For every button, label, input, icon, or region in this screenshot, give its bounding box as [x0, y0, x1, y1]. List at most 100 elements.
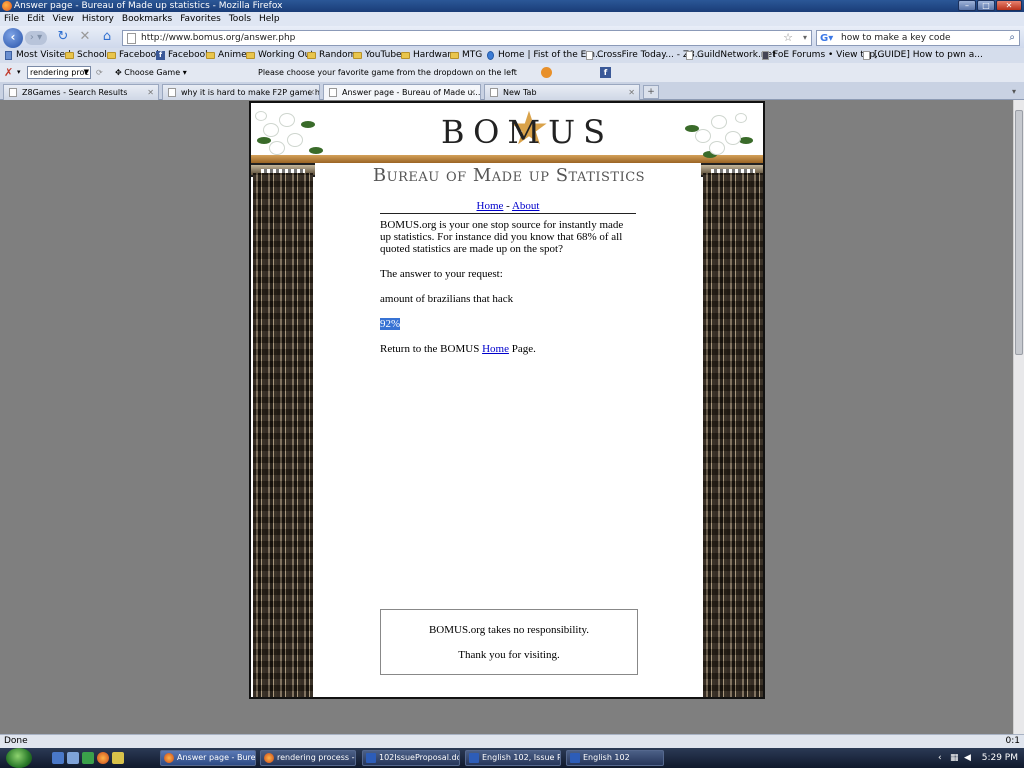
facebook-icon: f [156, 51, 165, 60]
taskbar: Answer page - Bure... rendering process … [0, 748, 1024, 768]
quicklaunch-icon[interactable] [82, 752, 94, 764]
google-icon[interactable]: G▾ [820, 32, 833, 46]
game-icon[interactable] [541, 67, 552, 78]
page-icon [686, 51, 693, 60]
page-icon [9, 88, 17, 97]
search-icon[interactable]: ⌕ [1009, 31, 1015, 45]
home-icon[interactable]: ⌂ [99, 29, 115, 45]
about-link[interactable]: About [512, 200, 540, 212]
volume-icon[interactable]: ◀ [964, 748, 971, 768]
bookmark-working-out[interactable]: Working Out [246, 48, 314, 63]
bookmark-hardware[interactable]: Hardware [401, 48, 456, 63]
flower-decoration-left [253, 107, 331, 163]
window-controls: – □ ✕ [958, 0, 1022, 12]
taskbar-item-issue-proposal[interactable]: 102IssueProposal.do... [362, 750, 460, 766]
url-dropdown-icon[interactable]: ▾ [803, 31, 807, 45]
firefox-quicklaunch-icon[interactable] [97, 752, 109, 764]
status-bar: Done 0:1 [0, 734, 1024, 748]
search-input[interactable]: G▾ how to make a key code ⌕ [816, 30, 1020, 46]
window-title-bar: Answer page - Bureau of Made up statisti… [0, 0, 1024, 12]
tab-f2p[interactable]: why it is hard to make F2P game ha... ✕ [162, 84, 320, 100]
return-text: Return to the BOMUS Home Page. [380, 343, 536, 355]
scrollbar-thumb[interactable] [1015, 110, 1023, 355]
page-icon [586, 51, 593, 60]
show-desktop-icon[interactable] [52, 752, 64, 764]
addon-dropdown-icon[interactable]: ▾ [17, 63, 21, 82]
most-visited-icon [5, 51, 12, 60]
bookmark-facebook[interactable]: f Facebook [156, 48, 210, 63]
close-tab-icon[interactable]: ✕ [308, 85, 315, 100]
firefox-icon [2, 1, 12, 11]
menu-edit[interactable]: Edit [27, 12, 44, 26]
tray-expand-icon[interactable]: ‹ [938, 748, 942, 768]
close-window-button[interactable]: ✕ [996, 0, 1022, 11]
menu-bookmarks[interactable]: Bookmarks [122, 12, 172, 26]
facebook-icon[interactable]: f [600, 67, 611, 78]
taskbar-item-english-102[interactable]: English 102 [566, 750, 664, 766]
taskbar-item-english-102-issue[interactable]: English 102, Issue Pr... [465, 750, 561, 766]
tab-new[interactable]: New Tab ✕ [484, 84, 640, 100]
word-document-icon [469, 753, 479, 763]
bookmark-youtube[interactable]: YouTube [353, 48, 402, 63]
page-icon [329, 88, 337, 97]
menu-history[interactable]: History [82, 12, 114, 26]
bookmark-anime[interactable]: Anime [206, 48, 247, 63]
refresh-icon[interactable]: ⟳ [96, 63, 103, 82]
answer-content: BOMUS.org is your one stop source for in… [380, 219, 630, 368]
bookmark-facebook-folder[interactable]: Facebook [107, 48, 161, 63]
chevron-down-icon: ▼ [83, 68, 89, 76]
taskbar-item-rendering-process[interactable]: rendering process - ... [260, 750, 356, 766]
folder-icon [246, 52, 255, 59]
taskbar-item-answer-page[interactable]: Answer page - Bure... [160, 750, 256, 766]
bookmark-star-icon[interactable]: ☆ [783, 31, 793, 45]
site-navigation: Home - About [380, 200, 636, 214]
bookmark-guide[interactable]: [GUIDE] How to pwn a... [862, 48, 983, 63]
tab-list-dropdown-icon[interactable]: ▾ [1012, 85, 1022, 99]
return-home-link[interactable]: Home [482, 343, 509, 355]
folder-icon [450, 52, 459, 59]
network-icon[interactable]: ▦ [950, 748, 959, 768]
word-document-icon [366, 753, 376, 763]
query-text: amount of brazilians that hack [380, 293, 514, 305]
tab-answer-page[interactable]: Answer page - Bureau of Made u... ✕ [323, 84, 481, 100]
menu-bar: File Edit View History Bookmarks Favorit… [0, 12, 1024, 26]
quicklaunch-icon[interactable] [112, 752, 124, 764]
menu-help[interactable]: Help [259, 12, 280, 26]
bomus-page: ★ BOMUS Bureau of Made up Statistics Hom… [249, 101, 765, 699]
menu-view[interactable]: View [53, 12, 74, 26]
switch-windows-icon[interactable] [67, 752, 79, 764]
url-bar[interactable]: http://www.bomus.org/answer.php ☆ ▾ [122, 30, 812, 46]
stop-icon[interactable]: ✕ [77, 29, 93, 45]
menu-file[interactable]: File [4, 12, 19, 26]
folder-icon [65, 52, 74, 59]
close-tab-icon[interactable]: ✕ [469, 85, 476, 100]
menu-favorites[interactable]: Favorites [180, 12, 221, 26]
vertical-scrollbar[interactable] [1013, 100, 1024, 734]
close-tab-icon[interactable]: ✕ [147, 85, 154, 100]
new-tab-button[interactable]: + [643, 85, 659, 99]
start-button[interactable] [6, 748, 32, 768]
choose-game-button[interactable]: ✥ Choose Game ▾ [115, 63, 187, 82]
bookmark-school[interactable]: School [65, 48, 107, 63]
minimize-button[interactable]: – [958, 0, 976, 11]
addon-logo-icon[interactable]: ✗ [4, 63, 13, 82]
menu-tools[interactable]: Tools [229, 12, 251, 26]
maximize-button[interactable]: □ [977, 0, 995, 11]
close-tab-icon[interactable]: ✕ [628, 85, 635, 100]
home-link[interactable]: Home [477, 200, 504, 212]
bookmark-random[interactable]: Random [307, 48, 356, 63]
reload-icon[interactable]: ↻ [55, 29, 71, 45]
folder-icon [353, 52, 362, 59]
taskbar-clock[interactable]: 5:29 PM [982, 748, 1018, 768]
bookmark-mtg[interactable]: MTG [450, 48, 482, 63]
page-icon [762, 51, 769, 60]
bookmark-most-visited[interactable]: Most Visited [4, 48, 71, 63]
search-text: how to make a key code [841, 33, 951, 43]
game-select[interactable]: rendering proc ▼ [27, 66, 91, 79]
forward-button[interactable]: › ▾ [25, 31, 47, 45]
page-icon [168, 88, 176, 97]
answer-value: 92% [380, 318, 401, 330]
back-button[interactable]: ‹ [3, 28, 23, 48]
tab-z8games[interactable]: Z8Games - Search Results ✕ [3, 84, 159, 100]
footer-disclaimer: BOMUS.org takes no responsibility. [428, 624, 590, 636]
